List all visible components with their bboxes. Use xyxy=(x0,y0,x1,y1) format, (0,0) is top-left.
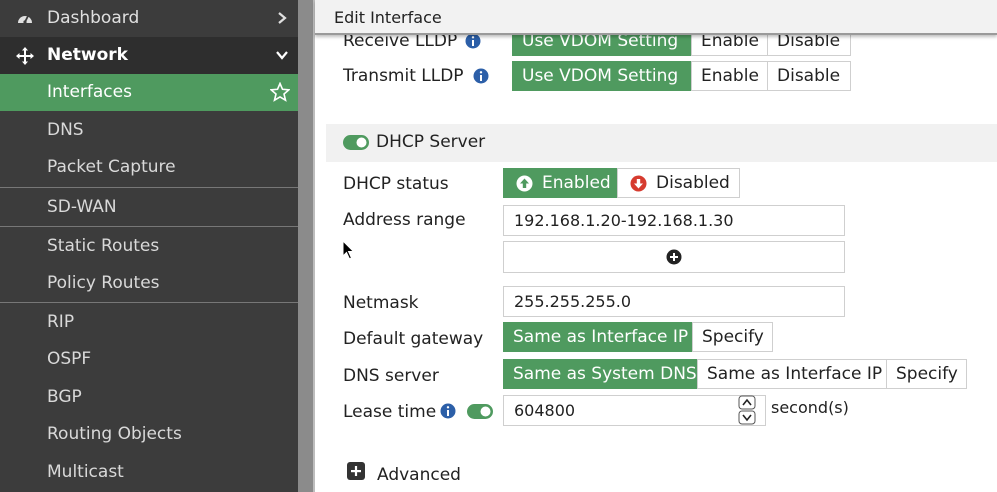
transmit-lldp-label: Transmit LLDP xyxy=(343,66,464,86)
dialog-title: Edit Interface xyxy=(334,8,442,27)
sidebar: Dashboard Network Interfaces DNS Packet … xyxy=(0,0,298,492)
info-icon[interactable] xyxy=(440,403,456,419)
address-range-input[interactable]: 192.168.1.20-192.168.1.30 xyxy=(503,205,845,236)
plus-circle-icon xyxy=(666,249,682,265)
chevron-right-icon xyxy=(278,12,287,24)
sidebar-item-label: Policy Routes xyxy=(47,273,160,293)
star-icon[interactable] xyxy=(270,82,290,102)
sidebar-scrollbar[interactable] xyxy=(298,0,313,492)
dhcp-status-enabled-button[interactable]: Enabled xyxy=(503,168,618,198)
sidebar-item-label: Multicast xyxy=(47,462,124,482)
lease-time-label: Lease time xyxy=(343,402,437,422)
gateway-same-as-interface-button[interactable]: Same as Interface IP xyxy=(503,322,693,352)
info-icon[interactable] xyxy=(473,68,489,84)
netmask-label: Netmask xyxy=(343,293,419,313)
sidebar-item-label: Packet Capture xyxy=(47,157,176,177)
transmit-lldp-disable-button[interactable]: Disable xyxy=(767,61,851,91)
sidebar-item-dashboard[interactable]: Dashboard xyxy=(0,0,298,37)
sidebar-item-packet-capture[interactable]: Packet Capture xyxy=(0,149,298,186)
dhcp-status-label: DHCP status xyxy=(343,174,449,194)
dashboard-icon xyxy=(18,15,32,24)
sidebar-item-label: Network xyxy=(47,45,128,65)
sidebar-item-routing-objects[interactable]: Routing Objects xyxy=(0,416,298,453)
dialog-header: Edit Interface xyxy=(315,0,997,35)
lease-time-input[interactable]: 604800 xyxy=(503,395,766,426)
address-range-label: Address range xyxy=(343,210,466,230)
sidebar-item-policy-routes[interactable]: Policy Routes xyxy=(0,265,298,302)
sidebar-item-static-routes[interactable]: Static Routes xyxy=(0,228,298,265)
dns-same-as-system-button[interactable]: Same as System DNS xyxy=(503,359,698,389)
default-gateway-label: Default gateway xyxy=(343,329,484,349)
plus-square-icon[interactable] xyxy=(347,462,365,480)
down-circle-icon xyxy=(630,175,647,192)
sidebar-divider xyxy=(0,187,298,188)
sidebar-item-label: Routing Objects xyxy=(47,424,182,444)
info-icon[interactable] xyxy=(465,33,481,49)
sidebar-item-sd-wan[interactable]: SD-WAN xyxy=(0,189,298,226)
sidebar-item-dns[interactable]: DNS xyxy=(0,112,298,149)
add-address-range-button[interactable] xyxy=(503,241,845,273)
sidebar-item-label: Static Routes xyxy=(47,236,160,256)
sidebar-item-label: BGP xyxy=(47,387,82,407)
lease-time-unit: second(s) xyxy=(771,398,849,417)
mouse-cursor-icon xyxy=(342,240,355,260)
spinner-icon[interactable] xyxy=(738,395,756,425)
dhcp-server-title: DHCP Server xyxy=(376,132,486,152)
move-icon xyxy=(16,47,34,65)
chevron-down-icon xyxy=(276,51,288,60)
up-circle-icon xyxy=(516,175,533,192)
dhcp-status-disabled-label: Disabled xyxy=(656,173,730,193)
sidebar-item-ospf[interactable]: OSPF xyxy=(0,341,298,378)
transmit-lldp-vdom-button[interactable]: Use VDOM Setting xyxy=(512,61,692,91)
sidebar-item-interfaces[interactable]: Interfaces xyxy=(0,74,298,111)
sidebar-item-network[interactable]: Network xyxy=(0,37,298,74)
dns-server-label: DNS server xyxy=(343,366,439,386)
sidebar-item-multicast[interactable]: Multicast xyxy=(0,454,298,491)
dhcp-status-disabled-button[interactable]: Disabled xyxy=(617,168,740,198)
advanced-toggle-label[interactable]: Advanced xyxy=(377,465,461,485)
lease-time-toggle-icon[interactable] xyxy=(467,404,493,419)
sidebar-item-label: OSPF xyxy=(47,349,92,369)
sidebar-divider xyxy=(0,226,298,227)
transmit-lldp-enable-button[interactable]: Enable xyxy=(691,61,768,91)
sidebar-item-label: DNS xyxy=(47,120,84,140)
dhcp-status-enabled-label: Enabled xyxy=(542,173,611,193)
sidebar-item-label: Dashboard xyxy=(47,8,140,28)
dhcp-server-toggle-icon[interactable] xyxy=(343,135,369,150)
sidebar-item-bgp[interactable]: BGP xyxy=(0,379,298,416)
gateway-specify-button[interactable]: Specify xyxy=(692,322,773,352)
sidebar-item-label: Interfaces xyxy=(47,82,132,102)
sidebar-item-label: SD-WAN xyxy=(47,197,117,217)
sidebar-item-label: RIP xyxy=(47,312,75,332)
netmask-input[interactable]: 255.255.255.0 xyxy=(503,286,845,317)
sidebar-divider xyxy=(0,302,298,303)
sidebar-item-rip[interactable]: RIP xyxy=(0,304,298,341)
dns-same-as-interface-button[interactable]: Same as Interface IP xyxy=(697,359,887,389)
dns-specify-button[interactable]: Specify xyxy=(886,359,967,389)
